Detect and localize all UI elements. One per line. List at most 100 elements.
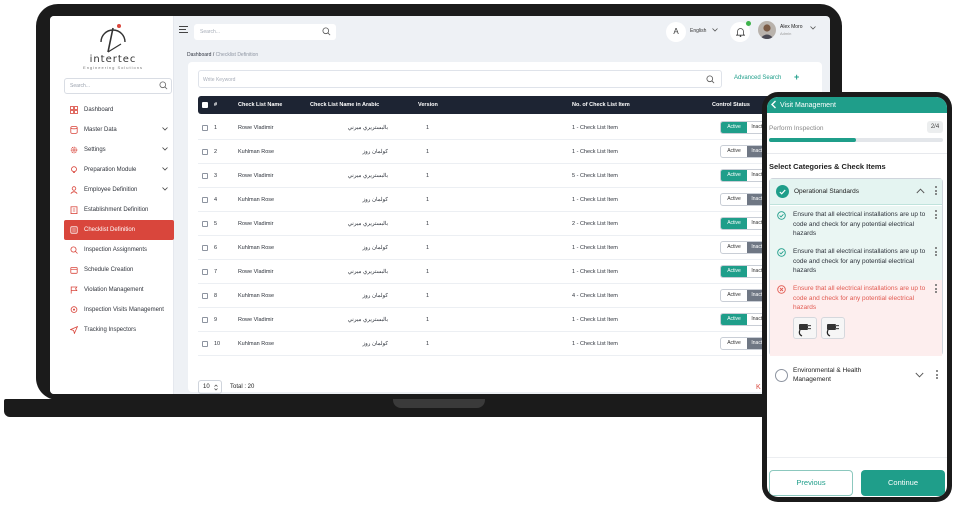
sidebar-item-inspection-visits-management[interactable]: Inspection Visits Management [64,300,174,320]
row-name-ar: بالبستريري ميرني [347,173,388,179]
toggle-active[interactable]: Active [721,314,747,325]
row-number: 7 [214,269,218,275]
continue-button[interactable]: Continue [861,470,945,496]
sidebar-item-employee-definition[interactable]: Employee Definition [64,180,174,200]
toggle-active[interactable]: Active [721,242,747,253]
check-circle-icon[interactable] [776,185,789,198]
back-arrow-icon[interactable] [770,100,777,109]
check-item[interactable]: Ensure that all electrical installations… [770,206,942,243]
table-row[interactable]: 9 Rowe Vladimir بالبستريري ميرني 1 1 - Check… [198,308,822,332]
menu-icon[interactable] [179,26,188,33]
sidebar-item-preparation-module[interactable]: Preparation Module [64,160,174,180]
row-checkbox[interactable] [202,341,208,347]
toggle-active[interactable]: Active [721,290,747,301]
row-checkbox[interactable] [202,221,208,227]
sidebar-search-input[interactable]: Search... [64,78,172,94]
more-icon[interactable] [934,247,938,259]
chevron-down-icon[interactable] [915,372,924,378]
sidebar-item-tracking-inspectors[interactable]: Tracking Inspectors [64,320,174,340]
breadcrumb: Dashboard / Checklist Definition [187,52,258,58]
photo-thumbnail[interactable] [821,317,845,339]
check-circle-outline-icon [777,211,786,220]
logo-mark-icon [100,24,126,53]
sidebar-item-inspection-assignments[interactable]: Inspection Assignments [64,240,174,260]
unchecked-circle-icon[interactable] [775,369,788,382]
navigation-icon [70,326,78,334]
sidebar-item-establishment-definition[interactable]: Establishment Definition [64,200,174,220]
laptop-notch [393,399,485,408]
chevron-down-icon[interactable] [162,127,168,131]
toggle-active[interactable]: Active [721,266,747,277]
language-label[interactable]: English [690,28,706,34]
table-row[interactable]: 1 Rowe Vladimir بالبستريري ميرني 1 1 - Check… [198,116,822,140]
chevron-down-icon[interactable] [162,187,168,191]
select-all-checkbox[interactable] [202,102,208,108]
table-row[interactable]: 4 Kuhlman Rose كولمان روز 1 1 - Check List I… [198,188,822,212]
table-row[interactable]: 6 Kuhlman Rose كولمان روز 1 1 - Check List I… [198,236,822,260]
row-version: 1 [426,149,430,155]
category-card-environmental[interactable]: Environmental & Health Management [769,363,943,389]
table-row[interactable]: 7 Rowe Vladimir بالبستريري ميرني 1 1 - Check… [198,260,822,284]
chevron-down-icon[interactable] [162,147,168,151]
check-item-failed[interactable]: Ensure that all electrical installations… [770,280,942,356]
page-size-select[interactable]: 10 [198,380,222,394]
chevron-down-icon[interactable] [162,167,168,171]
sidebar-item-violation-management[interactable]: Violation Management [64,280,174,300]
sidebar-item-master-data[interactable]: Master Data [64,120,174,140]
toggle-active[interactable]: Active [721,146,747,157]
chevron-down-icon[interactable] [712,28,718,32]
category-header[interactable]: Operational Standards [770,179,942,205]
more-icon[interactable] [934,186,938,198]
logo: intertec Engineering Solutions [70,22,156,76]
row-checkbox[interactable] [202,125,208,131]
table-row[interactable]: 2 Kuhlman Rose كولمان روز 1 1 - Check List I… [198,140,822,164]
row-checkbox[interactable] [202,317,208,323]
calendar-icon [70,266,78,274]
chevron-up-icon[interactable] [916,188,925,194]
toggle-active[interactable]: Active [721,170,747,181]
more-icon[interactable] [935,370,939,382]
table-row[interactable]: 10 Kuhlman Rose كولمان روز 1 1 - Check List … [198,332,822,356]
toggle-active[interactable]: Active [721,194,747,205]
keyword-input[interactable]: Write Keyword [198,70,722,88]
row-number: 3 [214,173,218,179]
language-avatar[interactable]: A [666,22,686,42]
table-row[interactable]: 3 Rowe Vladimir بالبستريري ميرني 1 5 - Check… [198,164,822,188]
previous-button[interactable]: Previous [769,470,853,496]
table-row[interactable]: 8 Kuhlman Rose كولمان روز 1 4 - Check List I… [198,284,822,308]
avatar[interactable] [758,21,776,39]
row-checkbox[interactable] [202,245,208,251]
category-card-operational: Operational Standards Ensure that all el… [769,178,943,356]
toggle-active[interactable]: Active [721,338,747,349]
toggle-active[interactable]: Active [721,122,747,133]
sidebar-item-checklist-definition[interactable]: Checklist Definition [64,220,174,240]
row-checkbox[interactable] [202,173,208,179]
photo-thumbnail[interactable] [793,317,817,339]
toggle-active[interactable]: Active [721,218,747,229]
sidebar-item-dashboard[interactable]: Dashboard [64,100,174,120]
chevron-down-icon[interactable] [810,26,816,30]
row-checkbox[interactable] [202,149,208,155]
advanced-search-plus[interactable]: + [794,73,799,82]
row-checkbox[interactable] [202,269,208,275]
laptop-screen: intertec Engineering Solutions Search...… [50,16,830,394]
breadcrumb-root[interactable]: Dashboard [187,52,211,58]
header-version: Version [418,102,438,108]
table-row[interactable]: 5 Rowe Vladimir بالبستريري ميرني 1 2 - Check… [198,212,822,236]
header-name: Check List Name [238,102,283,108]
advanced-search-link[interactable]: Advanced Search [734,75,781,81]
more-icon[interactable] [934,284,938,296]
dashboard-icon [70,106,78,114]
row-checkbox[interactable] [202,197,208,203]
step-progress-fill [769,138,856,142]
check-item[interactable]: Ensure that all electrical installations… [770,243,942,280]
sidebar-item-label: Establishment Definition [84,207,149,213]
sidebar-item-settings[interactable]: Settings [64,140,174,160]
stage: intertec Engineering Solutions Search...… [0,0,954,506]
top-search-input[interactable]: Search... [194,24,336,40]
sidebar-item-schedule-creation[interactable]: Schedule Creation [64,260,174,280]
more-icon[interactable] [934,210,938,222]
row-checkbox[interactable] [202,293,208,299]
row-name-ar: كولمان روز [362,341,388,347]
row-name: Rowe Vladimir [238,125,274,131]
